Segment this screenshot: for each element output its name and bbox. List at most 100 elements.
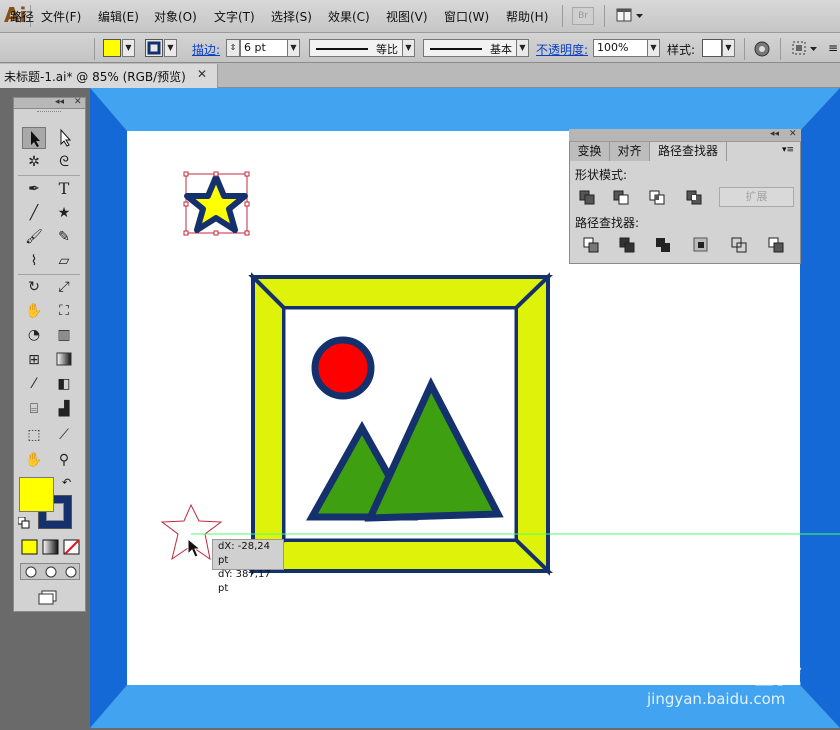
minus-front-icon [613,190,629,205]
fill-dropdown[interactable]: ▼ [122,39,135,57]
default-fill-stroke-icon[interactable] [17,516,30,529]
recolor-artwork-button[interactable] [752,39,772,59]
divide-button[interactable] [581,235,603,255]
scale-icon[interactable]: ⤢ [52,276,76,298]
tab-pathfinder[interactable]: 路径查找器 [650,142,727,161]
hand-icon[interactable]: ✋ [22,449,46,471]
profile-dropdown[interactable]: ▼ [402,39,415,57]
brush-dropdown[interactable]: ▼ [516,39,529,57]
tools-collapse-icon[interactable]: ◂◂ [55,97,64,107]
document-tab-close-icon[interactable]: ✕ [197,67,207,81]
menu-select[interactable]: 选择(S) [271,8,312,25]
opacity-field[interactable]: 100% [593,39,648,57]
control-bar-menu-icon[interactable]: ≡ [828,41,838,55]
menu-effect[interactable]: 效果(C) [328,8,370,25]
stroke-panel-link[interactable]: 描边: [192,41,220,58]
menu-window[interactable]: 窗口(W) [444,8,489,25]
minus-front-button[interactable] [611,187,633,207]
stroke-weight-stepper[interactable]: ⇕ [226,39,240,57]
none-mode-button[interactable] [62,538,82,556]
rotate-icon[interactable]: ↻ [22,276,46,298]
shape-builder-icon[interactable]: ◔ [22,324,46,346]
profile-line-preview [316,48,368,50]
panel-close-icon[interactable]: ✕ [789,129,797,139]
arrange-documents-button[interactable] [614,6,646,26]
stroke-weight-dropdown[interactable]: ▼ [287,39,300,57]
blob-brush-icon[interactable]: ⌇ [22,250,46,272]
trim-button[interactable] [617,235,639,255]
opacity-dropdown[interactable]: ▼ [647,39,660,57]
perspective-grid-icon[interactable]: ▥ [52,324,76,346]
expand-button[interactable]: 扩展 [719,187,794,207]
stroke-dropdown[interactable]: ▼ [164,39,177,57]
variable-width-profile[interactable]: 等比 [309,39,415,57]
star-icon[interactable]: ★ [52,202,76,224]
menu-type[interactable]: 文字(T) [214,8,255,25]
graphic-style-dropdown[interactable]: ▼ [722,39,735,57]
line-segment-icon[interactable]: ╱ [22,202,46,224]
tools-close-icon[interactable]: ✕ [74,97,82,107]
symbol-sprayer-icon[interactable]: ⌸ [22,398,46,420]
tab-align[interactable]: 对齐 [610,142,650,161]
selection-arrow-icon[interactable] [22,127,46,149]
tools-grip[interactable] [37,111,61,114]
stroke-weight-field[interactable]: 6 pt [240,39,288,57]
intersect-icon [649,190,665,205]
picture-frame-illustration[interactable] [248,272,553,576]
drawing-mode-icons[interactable] [21,564,81,581]
frame-left-bevel[interactable] [90,88,127,728]
exclude-button[interactable] [684,187,706,207]
stroke-color-swatch[interactable] [145,39,163,57]
zoom-icon[interactable]: ⚲ [52,449,76,471]
blend-icon[interactable]: ◧ [52,373,76,395]
minus-back-button[interactable] [766,235,788,255]
panel-collapse-icon[interactable]: ◂◂ [770,129,779,139]
tab-transform[interactable]: 变换 [570,142,610,161]
paintbrush-icon[interactable]: 🖌︎ [22,226,46,248]
mesh-icon[interactable]: ⊞ [22,349,46,371]
pencil-icon[interactable]: ✎ [52,226,76,248]
gradient-icon[interactable] [52,349,76,371]
recolor-wheel-icon [754,41,770,57]
column-graph-icon[interactable]: ▟ [52,398,76,420]
type-icon[interactable]: T [52,178,76,200]
gradient-mode-button[interactable] [41,538,61,556]
align-options-button[interactable] [790,39,822,59]
pen-icon[interactable]: ✒ [22,178,46,200]
fill-color-swatch[interactable] [103,39,121,57]
screen-mode-icon[interactable] [37,589,59,605]
graphic-style-swatch[interactable] [702,39,722,57]
eyedropper-icon[interactable]: ⁄ [22,373,46,395]
merge-button[interactable] [653,235,675,255]
crop-button[interactable] [691,235,713,255]
swap-fill-stroke-icon[interactable]: ↶ [62,476,71,489]
unite-button[interactable] [577,187,599,207]
warp-icon[interactable]: ✋ [22,300,46,322]
frame-right-bevel[interactable] [800,88,840,728]
panel-menu-icon[interactable]: ▾≡ [782,145,794,155]
direct-selection-icon[interactable] [52,127,76,149]
menu-view[interactable]: 视图(V) [386,8,428,25]
pathfinder-panel-header[interactable] [569,129,801,142]
crop-icon [693,237,708,252]
fill-color-box[interactable] [19,477,54,512]
free-transform-icon[interactable]: ⛶ [52,300,76,322]
magic-wand-icon[interactable]: ✲ [22,151,46,173]
color-mode-button[interactable] [20,538,40,556]
frame-top-bevel[interactable] [90,88,840,131]
menu-help[interactable]: 帮助(H) [506,8,548,25]
trim-icon [619,237,635,253]
intersect-button[interactable] [647,187,669,207]
eraser-icon[interactable]: ▱ [52,250,76,272]
menu-edit[interactable]: 编辑(E) [98,8,139,25]
outline-button[interactable] [729,235,751,255]
bridge-button[interactable]: Br [572,7,594,25]
slice-icon[interactable]: ⟋ [52,424,76,446]
lasso-icon[interactable]: ᘓ [52,151,76,173]
menu-object[interactable]: 对象(O) [154,8,197,25]
sun-circle[interactable] [311,336,375,400]
brush-definition[interactable]: 基本 [423,39,529,57]
opacity-panel-link[interactable]: 不透明度: [536,41,588,58]
menu-file[interactable]: 文件(F) [41,8,81,25]
artboard-icon[interactable]: ⬚ [22,424,46,446]
